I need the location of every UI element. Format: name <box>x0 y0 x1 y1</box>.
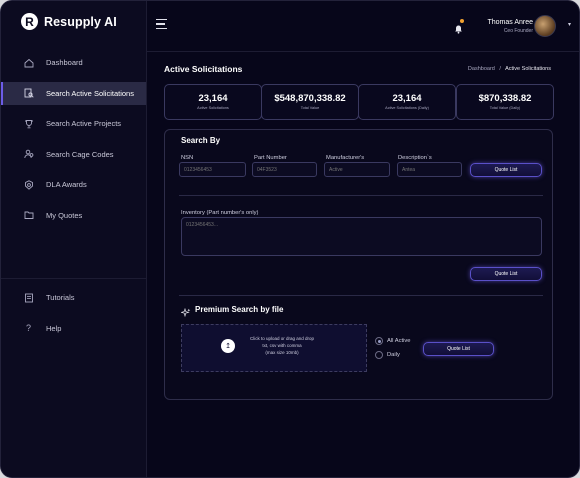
user-name[interactable]: Thomas Anree <box>487 19 533 26</box>
breadcrumb: Dashboard / Active Solicitations <box>468 66 551 72</box>
part-number-label: Part Number <box>254 155 287 161</box>
brand[interactable]: R Resupply AI <box>21 13 117 30</box>
bell-icon[interactable] <box>454 21 463 39</box>
stat-card-active-solicitations: 23,164 Active Solicitations <box>164 84 262 120</box>
file-dropzone[interactable]: ↥ Click to upload or drag and drop txt, … <box>181 324 367 372</box>
dropzone-line-2: txt, csv with comma <box>262 343 302 348</box>
users-icon <box>23 149 34 160</box>
sidebar-item-label: Help <box>46 323 62 333</box>
sidebar-item-label: DLA Awards <box>46 180 87 189</box>
sidebar-item-my-quotes[interactable]: My Quotes <box>1 204 146 227</box>
notification-dot <box>460 19 464 23</box>
sidebar: R Resupply AI Dashboard Search Active So… <box>1 1 147 477</box>
dropzone-text: Click to upload or drag and drop txt, cs… <box>242 335 322 356</box>
radio-all-active[interactable] <box>375 337 383 345</box>
nsn-label: NSN <box>181 155 194 161</box>
upload-icon: ↥ <box>221 339 235 353</box>
chevron-down-icon[interactable]: ▾ <box>568 21 571 28</box>
sidebar-item-dashboard[interactable]: Dashboard <box>1 51 146 74</box>
stat-label: Active Solicitations (Daily) <box>385 106 429 110</box>
sidebar-item-tutorials[interactable]: Tutorials <box>1 286 146 309</box>
user-role: Ceo Founder <box>503 28 533 34</box>
page-title: Active Solicitations <box>164 64 243 74</box>
app-window: R Resupply AI Dashboard Search Active So… <box>0 0 580 478</box>
premium-quote-list-button[interactable]: Quote List <box>423 342 494 356</box>
inventory-textarea[interactable] <box>181 217 542 256</box>
radio-daily[interactable] <box>375 351 383 359</box>
stat-card-total-value-daily: $870,338.82 Total Value (Daily) <box>456 84 554 120</box>
inventory-label: Inventory (Part number's only) <box>181 210 259 216</box>
inventory-quote-list-button[interactable]: Quote List <box>470 267 542 281</box>
stat-value: 23,164 <box>198 93 228 104</box>
sidebar-item-label: Dashboard <box>46 58 83 67</box>
stat-card-total-value: $548,870,338.82 Total Value <box>261 84 359 120</box>
sidebar-item-label: Search Cage Codes <box>46 149 114 159</box>
stat-value: $870,338.82 <box>478 93 532 104</box>
stat-value: $548,870,338.82 <box>274 93 346 104</box>
stat-label: Active Solicitations <box>197 106 229 110</box>
brand-logo: R <box>21 13 38 30</box>
radio-all-active-label: All Active <box>387 338 411 344</box>
stat-label: Total Value (Daily) <box>489 106 521 110</box>
brand-name: Resupply AI <box>44 14 117 29</box>
book-icon <box>23 292 34 303</box>
part-number-input[interactable] <box>252 162 317 177</box>
stat-card-active-solicitations-daily: 23,164 Active Solicitations (Daily) <box>358 84 456 120</box>
breadcrumb-parent[interactable]: Dashboard <box>468 66 495 72</box>
sidebar-item-label: Tutorials <box>46 293 75 302</box>
avatar[interactable] <box>534 15 556 37</box>
dropzone-line-3: (max size 10mb) <box>265 350 299 355</box>
sidebar-nav: Dashboard Search Active Solicitations Se… <box>1 51 146 234</box>
nsn-input[interactable] <box>179 162 246 177</box>
sidebar-item-search-cage-codes[interactable]: Search Cage Codes <box>1 143 146 166</box>
description-label: Description`s <box>398 155 432 161</box>
breadcrumb-separator: / <box>499 66 501 72</box>
trophy-icon <box>23 118 34 129</box>
search-doc-icon <box>23 88 34 99</box>
home-icon <box>23 57 34 68</box>
menu-icon[interactable] <box>156 19 167 32</box>
manufacturer-label: Manufacturer's <box>326 155 365 161</box>
topbar: Thomas Anree Ceo Founder ▾ <box>146 1 579 52</box>
sidebar-item-search-active-projects[interactable]: Search Active Projects <box>1 112 146 135</box>
sidebar-item-label: Search Active Solicitations <box>46 88 134 98</box>
section-divider <box>179 295 543 296</box>
folder-icon <box>23 210 34 221</box>
search-by-title: Search By <box>181 136 221 145</box>
stat-label: Total Value <box>300 106 320 110</box>
stat-value: 23,164 <box>392 93 422 104</box>
premium-search-title: Premium Search by file <box>195 305 284 314</box>
dropzone-line-1: Click to upload or drag and drop <box>249 336 315 341</box>
sidebar-bottom-nav: Tutorials ? Help <box>1 286 146 347</box>
section-divider <box>179 195 543 196</box>
sidebar-item-help[interactable]: ? Help <box>1 317 146 340</box>
sidebar-item-label: Search Active Projects <box>46 119 122 128</box>
sparkle-icon <box>180 305 191 323</box>
manufacturer-input[interactable] <box>324 162 390 177</box>
sidebar-item-dla-awards[interactable]: DLA Awards <box>1 173 146 196</box>
award-icon <box>23 179 34 190</box>
sidebar-item-search-active-solicitations[interactable]: Search Active Solicitations <box>1 81 146 105</box>
breadcrumb-current: Active Solicitations <box>505 66 551 72</box>
description-input[interactable] <box>397 162 462 177</box>
question-icon: ? <box>25 323 31 333</box>
sidebar-item-label: My Quotes <box>46 210 83 220</box>
quote-list-button[interactable]: Quote List <box>470 163 542 177</box>
sidebar-divider <box>1 278 146 279</box>
radio-daily-label: Daily <box>387 352 400 358</box>
search-panel: Search By NSN Part Number Manufacturer's… <box>164 129 553 400</box>
